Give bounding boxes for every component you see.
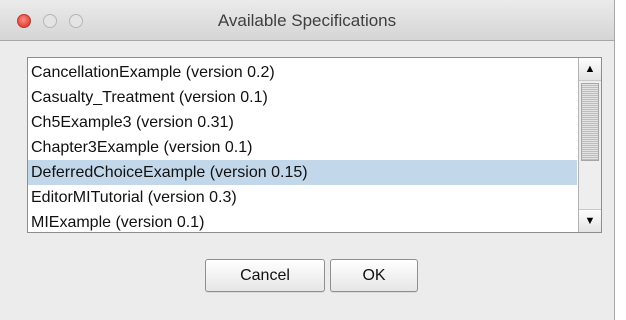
list-item-selected[interactable]: DeferredChoiceExample (version 0.15): [28, 160, 577, 185]
vertical-scrollbar[interactable]: ▲ ▼: [578, 58, 601, 232]
ok-button[interactable]: OK: [330, 259, 418, 292]
title-bar[interactable]: Available Specifications: [0, 0, 614, 41]
list-item[interactable]: Ch5Example3 (version 0.31): [28, 110, 577, 135]
cancel-button[interactable]: Cancel: [205, 259, 325, 292]
window-title: Available Specifications: [217, 11, 397, 30]
specifications-rows: CancellationExample (version 0.2) Casual…: [28, 60, 577, 232]
list-item[interactable]: EditorMITutorial (version 0.3): [28, 185, 577, 210]
list-item[interactable]: Casualty_Treatment (version 0.1): [28, 85, 577, 110]
scroll-up-arrow-icon[interactable]: ▲: [579, 58, 601, 81]
scroll-thumb[interactable]: [581, 83, 599, 161]
list-item[interactable]: Chapter3Example (version 0.1): [28, 135, 577, 160]
list-item[interactable]: CancellationExample (version 0.2): [28, 60, 577, 85]
scroll-down-arrow-icon[interactable]: ▼: [579, 209, 601, 232]
specifications-dialog: Available Specifications CancellationExa…: [0, 0, 615, 320]
list-item[interactable]: MIExample (version 0.1): [28, 210, 577, 232]
specifications-list[interactable]: CancellationExample (version 0.2) Casual…: [27, 57, 602, 233]
